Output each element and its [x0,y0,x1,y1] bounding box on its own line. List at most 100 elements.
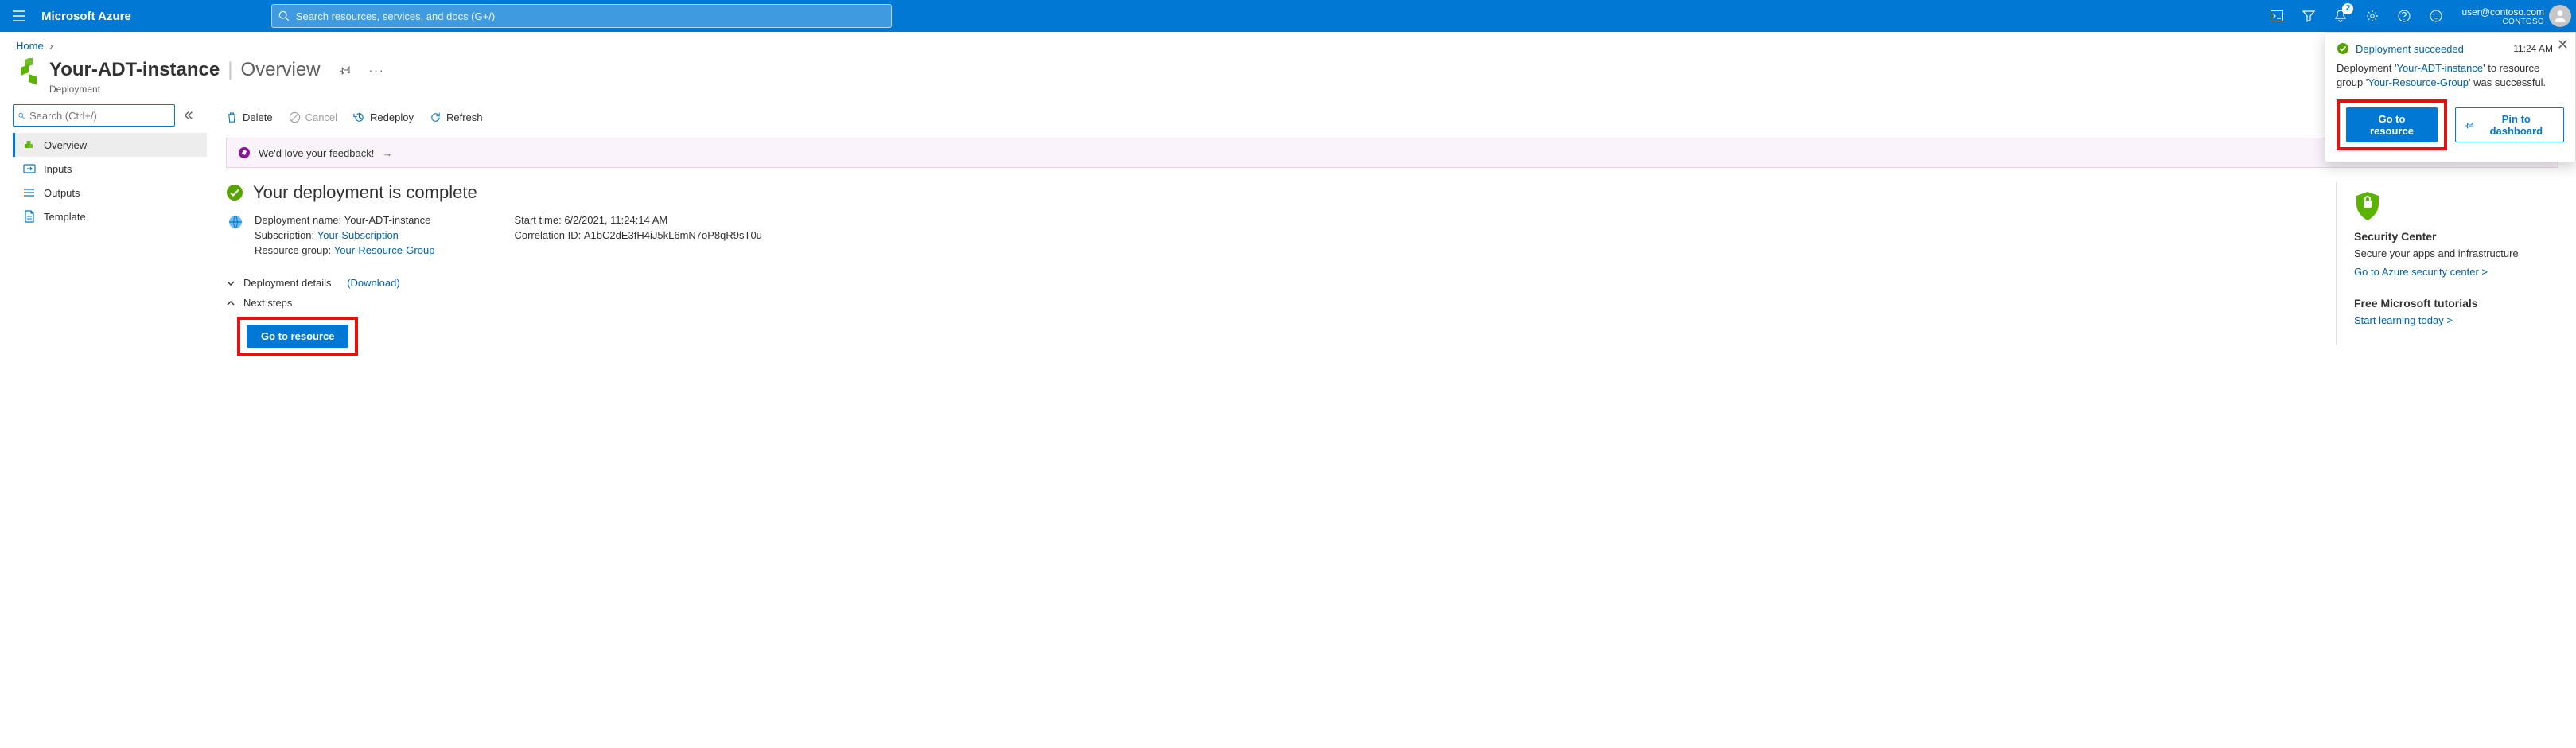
filter-icon [2302,10,2315,22]
pin-icon [2465,120,2474,130]
shield-icon [2354,190,2558,222]
template-icon [23,210,36,223]
sidebar-item-outputs[interactable]: Outputs [13,181,207,205]
toast-time: 11:24 AM [2513,43,2553,54]
deployment-status: Your deployment is complete [226,182,2336,203]
gear-icon [2366,10,2379,22]
toast-body: Deployment 'Your-ADT-instance' to resour… [2337,61,2564,90]
resource-type-label: Deployment [49,84,389,95]
inputs-icon [23,162,36,175]
pin-icon [340,64,351,76]
search-icon [18,111,25,121]
tutorials-card: Free Microsoft tutorials Start learning … [2354,297,2558,326]
feedback-text: We'd love your feedback! [259,147,374,159]
success-check-icon [226,184,243,201]
notifications-button[interactable]: 2 [2325,0,2356,32]
title-divider: | [228,59,232,81]
account-email: user@contoso.com [2461,6,2544,18]
hamburger-icon [13,10,25,21]
deployment-summary: Deployment name: Your-ADT-instance Subsc… [228,214,2336,259]
cancel-icon [289,111,301,123]
deployment-icon [228,214,243,259]
toast-title[interactable]: Deployment succeeded [2356,43,2464,55]
cloud-shell-icon [2271,10,2283,21]
resource-group-link[interactable]: Your-Resource-Group [334,244,435,256]
chevron-left-double-icon [183,110,194,121]
brand-label[interactable]: Microsoft Azure [38,10,144,23]
arrow-right-icon: → [382,147,392,159]
security-title: Security Center [2354,230,2558,243]
tutorials-link[interactable]: Start learning today > [2354,314,2453,326]
outputs-icon [23,186,36,199]
deployment-name-value: Your-ADT-instance [344,214,431,226]
ellipsis-icon: ··· [369,64,385,76]
start-time-value: 6/2/2021, 11:24:14 AM [564,214,667,226]
tutorials-title: Free Microsoft tutorials [2354,297,2558,310]
main-content: Delete Cancel Redeploy Refresh We'd love… [207,101,2576,356]
sidebar-item-template[interactable]: Template [13,205,207,228]
page-title: Your-ADT-instance [49,59,220,81]
collapse-sidebar-button[interactable] [181,108,196,123]
correlation-id-value: A1bC2dE3fH4iJ5kL6mN7oP8qR9sT0u [584,229,762,241]
blade-sidebar: Overview Inputs Outputs Template [0,101,207,356]
cmd-refresh[interactable]: Refresh [430,111,483,123]
cloud-shell-button[interactable] [2261,0,2293,32]
sidebar-search[interactable] [13,104,175,127]
refresh-icon [430,111,442,123]
toast-go-to-resource-button[interactable]: Go to resource [2346,107,2438,142]
breadcrumb: Home › [0,32,2576,55]
overview-icon [23,138,36,151]
security-center-card: Security Center Secure your apps and inf… [2354,190,2558,278]
megaphone-icon [238,146,251,159]
help-button[interactable] [2388,0,2420,32]
cmd-cancel: Cancel [289,111,337,123]
page-header: Your-ADT-instance | Overview ··· Deploym… [0,55,2576,101]
cmd-redeploy[interactable]: Redeploy [353,111,414,123]
page-subtitle: Overview [240,59,320,81]
settings-button[interactable] [2356,0,2388,32]
highlight-box-toast: Go to resource [2337,99,2447,150]
status-title: Your deployment is complete [253,182,477,203]
toast-close-button[interactable]: ✕ [2557,37,2569,52]
global-search-input[interactable] [296,10,885,22]
breadcrumb-sep: › [49,40,53,52]
feedback-banner[interactable]: We'd love your feedback! → [226,138,2558,168]
notification-badge: 2 [2342,3,2353,14]
subscription-link[interactable]: Your-Subscription [317,229,399,241]
command-bar: Delete Cancel Redeploy Refresh [226,101,2576,133]
global-search[interactable] [271,4,892,28]
sidebar-item-label: Inputs [44,163,72,175]
section-next-steps[interactable]: Next steps [226,297,2336,309]
chevron-down-icon [226,279,237,288]
more-menu-button[interactable]: ··· [365,58,389,82]
sidebar-item-inputs[interactable]: Inputs [13,157,207,181]
account-menu[interactable]: user@contoso.com CONTOSO [2452,0,2549,32]
sidebar-item-label: Template [44,211,86,223]
pin-blade-button[interactable] [333,58,357,82]
avatar[interactable] [2549,5,2571,27]
section-deployment-details[interactable]: Deployment details (Download) [226,277,2336,289]
hamburger-menu[interactable] [0,0,38,32]
directories-button[interactable] [2293,0,2325,32]
sidebar-item-overview[interactable]: Overview [13,133,207,157]
sidebar-search-input[interactable] [29,110,169,122]
smiley-icon [2430,10,2442,22]
download-link[interactable]: (Download) [347,277,399,289]
cmd-delete[interactable]: Delete [226,111,273,123]
notification-toast: ✕ Deployment succeeded 11:24 AM Deployme… [2325,32,2576,162]
toast-deployment-link[interactable]: Your-ADT-instance [2396,62,2483,74]
redeploy-icon [353,111,365,123]
trash-icon [226,111,238,123]
go-to-resource-button[interactable]: Go to resource [247,325,348,348]
feedback-button[interactable] [2420,0,2452,32]
search-icon [278,10,290,21]
security-center-link[interactable]: Go to Azure security center > [2354,266,2488,278]
toast-pin-button[interactable]: Pin to dashboard [2455,107,2564,142]
account-tenant: CONTOSO [2503,18,2544,26]
chevron-up-icon [226,298,237,308]
toast-rg-link[interactable]: Your-Resource-Group [2368,76,2469,88]
highlight-box-main: Go to resource [237,317,358,356]
right-panel: Security Center Secure your apps and inf… [2336,182,2558,345]
help-icon [2398,10,2411,22]
breadcrumb-home[interactable]: Home [16,40,44,52]
